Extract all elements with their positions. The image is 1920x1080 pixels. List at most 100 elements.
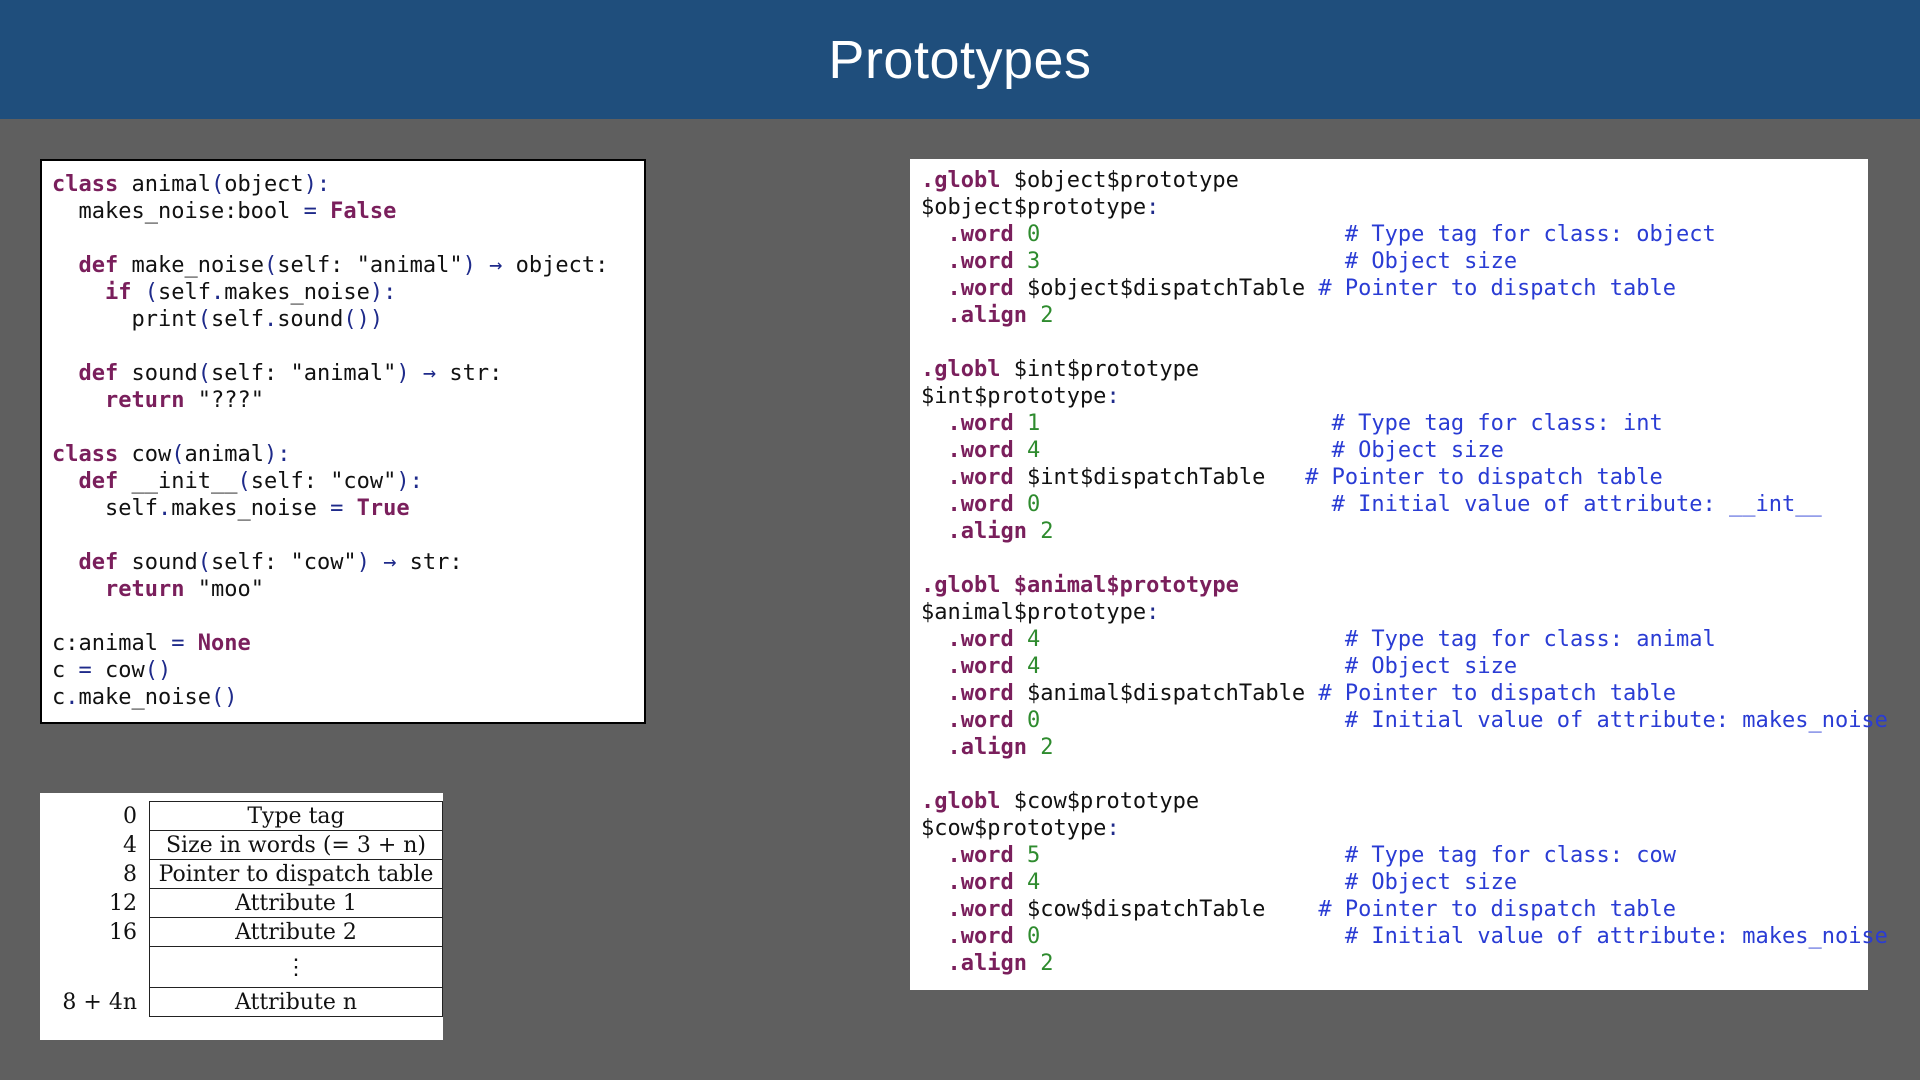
assembly-code-line: .word 4 # Object size — [921, 437, 1868, 464]
code-token: .align — [947, 303, 1027, 328]
assembly-code-line: .word 3 # Object size — [921, 248, 1868, 275]
code-token: # Initial value of attribute: __int__ — [1331, 492, 1822, 517]
code-token: c:animal — [52, 631, 172, 656]
assembly-code-line: .globl $int$prototype — [921, 356, 1868, 383]
code-token: ): — [396, 469, 423, 494]
code-token: # Initial value of attribute: makes_nois… — [1344, 924, 1888, 949]
code-token: animal — [184, 442, 264, 467]
code-token: $object$dispatchTable — [1013, 276, 1319, 301]
code-token: .word — [947, 438, 1014, 463]
code-token: # Type tag for class: animal — [1344, 627, 1716, 652]
code-token: : — [1146, 195, 1160, 220]
code-token: $int$dispatchTable — [1013, 465, 1306, 490]
code-token: 2 — [1040, 303, 1054, 328]
assembly-code-line: .word 0 # Initial value of attribute: ma… — [921, 707, 1888, 734]
assembly-code-line: .word 0 # Initial value of attribute: ma… — [921, 923, 1888, 950]
layout-field: Type tag — [149, 801, 443, 831]
layout-row: ⋮ — [50, 946, 443, 988]
code-token: def — [78, 253, 119, 278]
code-token: 2 — [1040, 735, 1054, 760]
code-token: makes_noise — [224, 280, 370, 305]
assembly-code-line: .word 4 # Object size — [921, 869, 1868, 896]
code-token: $cow$prototype — [921, 816, 1107, 841]
code-token: sound — [118, 361, 198, 386]
code-token: 0 — [1026, 492, 1041, 517]
assembly-code-line — [921, 329, 1868, 356]
code-token: def — [78, 550, 119, 575]
python-code-line: makes_noise:bool = False — [52, 198, 644, 225]
code-token: 0 — [1026, 222, 1041, 247]
code-token: $object$prototype — [921, 195, 1147, 220]
layout-offset: 12 — [109, 890, 137, 916]
code-token: . — [65, 685, 79, 710]
code-token: c — [52, 658, 79, 683]
python-code-line: c = cow() — [52, 657, 644, 684]
code-token: cow — [91, 658, 145, 683]
code-token: makes_noise:bool — [52, 199, 304, 224]
code-token: .align — [947, 519, 1027, 544]
code-token: .word — [947, 924, 1014, 949]
assembly-code-line: .globl $object$prototype — [921, 167, 1868, 194]
code-token: .globl — [921, 789, 1001, 814]
code-token: # Pointer to dispatch table — [1305, 465, 1663, 490]
code-token: None — [197, 631, 251, 656]
code-token: self — [52, 496, 158, 521]
object-layout-diagram: 0 Type tag 4 Size in words (= 3 + n) 8 Pointe… — [40, 793, 443, 1040]
code-token: .word — [947, 276, 1014, 301]
assembly-code-line: .word $animal$dispatchTable # Pointer to… — [921, 680, 1868, 707]
code-token: return — [104, 577, 185, 602]
code-token: ( — [197, 307, 211, 332]
layout-offset: 16 — [109, 919, 137, 945]
python-code-line: class animal(object): — [52, 171, 644, 198]
assembly-code-line: .globl $cow$prototype — [921, 788, 1868, 815]
assembly-code-line: .word $object$dispatchTable # Pointer to… — [921, 275, 1868, 302]
code-token: self: "cow" — [210, 550, 357, 575]
assembly-code-line: .align 2 — [921, 950, 1868, 977]
code-token: print — [52, 307, 198, 332]
code-token: # Object size — [1344, 249, 1518, 274]
code-token: True — [356, 496, 410, 521]
layout-row: 0 Type tag — [50, 801, 443, 831]
layout-offset: 8 + 4n — [62, 989, 137, 1015]
code-token: .word — [947, 654, 1014, 679]
layout-field: Attribute n — [149, 987, 443, 1017]
code-token: ) — [356, 550, 370, 575]
code-token: $int$prototype — [1000, 357, 1200, 382]
code-token: .word — [947, 843, 1014, 868]
code-token: 0 — [1026, 708, 1041, 733]
assembly-code-line: $animal$prototype: — [921, 599, 1868, 626]
code-token: 4 — [1026, 438, 1041, 463]
layout-row: 16 Attribute 2 — [50, 917, 443, 947]
code-token: $cow$prototype — [1000, 789, 1200, 814]
assembly-code-line: $int$prototype: — [921, 383, 1868, 410]
code-token: 4 — [1026, 627, 1041, 652]
code-token: ( — [144, 280, 158, 305]
code-token: ) — [462, 253, 476, 278]
code-token: .globl — [921, 357, 1001, 382]
code-token: cow — [118, 442, 172, 467]
code-token: 1 — [1026, 411, 1041, 436]
code-token: → — [489, 253, 503, 278]
code-token: self: "animal" — [210, 361, 397, 386]
